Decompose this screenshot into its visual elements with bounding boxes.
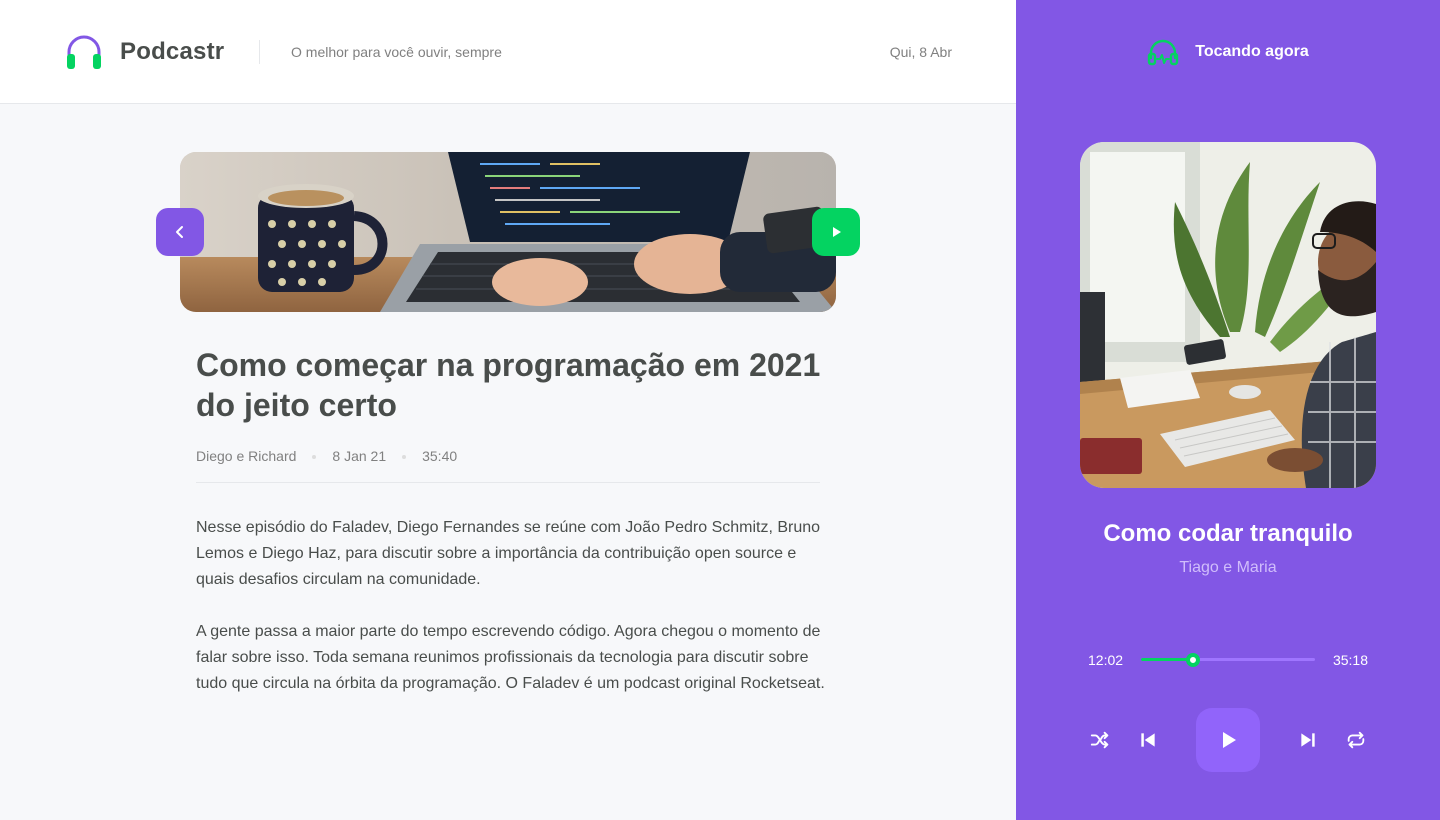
- total-time: 35:18: [1332, 652, 1368, 668]
- track-cover: [1080, 142, 1376, 488]
- episode-title: Como começar na programação em 2021 do j…: [196, 347, 821, 423]
- player-controls: [1016, 708, 1440, 772]
- headphones-icon: [1148, 39, 1179, 66]
- back-button[interactable]: [156, 208, 204, 256]
- play-icon: [833, 227, 841, 237]
- meta-separator: [402, 455, 407, 459]
- repeat-button[interactable]: [1344, 728, 1368, 752]
- episode-duration: 35:40: [422, 448, 458, 464]
- current-date: Qui, 8 Abr: [889, 44, 952, 60]
- progress-slider[interactable]: [1141, 653, 1315, 667]
- episode-published-date: 8 Jan 21: [332, 448, 387, 464]
- track-title: Como codar tranquilo: [1103, 520, 1353, 547]
- now-playing-label: Tocando agora: [1195, 43, 1309, 60]
- header-divider: [259, 40, 260, 64]
- main-content: Podcastr O melhor para você ouvir, sempr…: [0, 0, 1016, 820]
- repeat-icon: [1347, 731, 1365, 749]
- headphones-logo-icon: [67, 35, 101, 69]
- description-paragraph: Nesse episódio do Faladev, Diego Fernand…: [196, 519, 821, 588]
- play-icon: [1223, 732, 1236, 748]
- episode-meta: Diego e Richard 8 Jan 21 35:40: [196, 448, 820, 483]
- chevron-left-icon: [176, 226, 183, 238]
- episode-description: Nesse episódio do Faladev, Diego Fernand…: [196, 515, 826, 697]
- play-episode-button[interactable]: [812, 208, 860, 256]
- skip-previous-icon: [1141, 733, 1155, 747]
- brand-name: Podcastr: [120, 38, 225, 65]
- current-time: 12:02: [1088, 652, 1124, 668]
- player-panel: Tocando agora Como codar tranquilo Tiago…: [1016, 0, 1440, 820]
- previous-button[interactable]: [1136, 728, 1160, 752]
- description-paragraph: A gente passa a maior parte do tempo esc…: [196, 623, 825, 692]
- shuffle-icon: [1090, 731, 1109, 749]
- progress-handle[interactable]: [1186, 653, 1201, 667]
- header: Podcastr O melhor para você ouvir, sempr…: [0, 0, 1016, 104]
- track-artists: Tiago e Maria: [1179, 559, 1277, 576]
- episode-members: Diego e Richard: [196, 448, 297, 464]
- skip-next-icon: [1301, 733, 1315, 747]
- next-button[interactable]: [1296, 728, 1320, 752]
- shuffle-button[interactable]: [1088, 728, 1112, 752]
- meta-separator: [312, 455, 317, 459]
- play-pause-button[interactable]: [1196, 708, 1260, 772]
- episode-thumbnail: [180, 152, 836, 312]
- now-playing-header: Tocando agora: [1016, 38, 1440, 66]
- progress-bar: 12:02 35:18: [1088, 650, 1368, 670]
- tagline: O melhor para você ouvir, sempre: [291, 44, 502, 60]
